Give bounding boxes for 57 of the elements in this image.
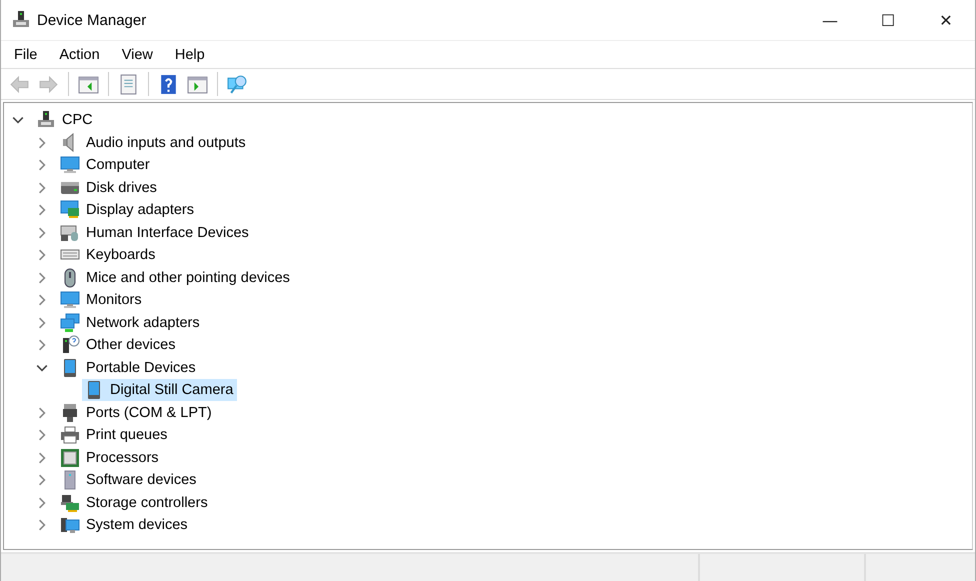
expand-chevron-icon[interactable] <box>36 159 48 172</box>
display-adapter-icon <box>60 200 80 220</box>
expand-chevron-icon[interactable] <box>36 519 48 532</box>
tree-item[interactable]: Ports (COM & LPT) <box>58 402 216 424</box>
port-icon <box>60 402 80 423</box>
storage-controller-icon <box>60 492 80 513</box>
tree-item[interactable]: Disk drives <box>58 176 161 199</box>
menu-item[interactable]: Help <box>166 46 213 62</box>
help-icon[interactable] <box>158 74 179 94</box>
monitor-icon <box>60 290 80 310</box>
expand-chevron-icon[interactable] <box>36 226 48 239</box>
tree-item[interactable]: Digital Still Camera <box>82 379 238 402</box>
menu-item[interactable]: Action <box>51 46 108 62</box>
keyboard-and-mouse-icon <box>60 222 80 243</box>
expand-chevron-icon[interactable] <box>36 294 48 306</box>
menu-item[interactable]: View <box>114 46 161 62</box>
properties-icon[interactable] <box>118 74 139 94</box>
expand-chevron-icon[interactable] <box>36 249 48 262</box>
expand-chevron-icon[interactable] <box>36 406 48 419</box>
tree-item[interactable]: Software devices <box>58 469 200 492</box>
unknown-device-icon <box>60 335 80 356</box>
expand-chevron-icon[interactable] <box>36 474 48 486</box>
printer-icon <box>60 425 80 446</box>
tree-item[interactable]: Computer <box>58 154 154 176</box>
tree-item[interactable]: Keyboards <box>58 244 160 266</box>
monitor-search-icon[interactable] <box>227 74 248 94</box>
tree-item[interactable]: Other devices <box>58 334 180 356</box>
window-title: Device Manager <box>37 12 148 28</box>
pane-icon[interactable] <box>78 74 99 94</box>
expand-chevron-icon[interactable] <box>36 272 48 284</box>
expand-chevron-icon[interactable] <box>36 339 48 352</box>
expand-chevron-icon[interactable] <box>36 429 48 442</box>
tree-item[interactable]: Monitors <box>58 289 146 312</box>
menu-item[interactable]: File <box>6 46 46 62</box>
tree-item[interactable]: Portable Devices <box>58 356 200 379</box>
tree-item[interactable]: Storage controllers <box>58 492 212 514</box>
tree-item[interactable]: Display adapters <box>58 199 198 222</box>
expand-chevron-icon[interactable] <box>36 136 48 149</box>
app-icon <box>11 10 31 30</box>
tree-item[interactable]: System devices <box>58 514 192 536</box>
tree-item[interactable]: Audio inputs and outputs <box>58 132 250 154</box>
tree-item[interactable]: Human Interface Devices <box>58 222 253 244</box>
processor-icon <box>60 448 80 468</box>
monitor-icon <box>60 155 80 176</box>
pane-icon[interactable] <box>187 74 208 94</box>
tree-item[interactable]: Mice and other pointing devices <box>58 266 294 289</box>
expand-chevron-icon[interactable] <box>36 204 48 216</box>
tree-item[interactable]: CPC <box>34 109 97 132</box>
expand-chevron-icon[interactable] <box>36 496 48 509</box>
expand-chevron-icon[interactable] <box>36 182 48 194</box>
tree-item[interactable]: Processors <box>58 446 163 469</box>
expand-chevron-icon[interactable] <box>36 316 48 329</box>
tree-item[interactable]: Network adapters <box>58 312 204 334</box>
system-device-icon <box>60 515 80 536</box>
expand-chevron-icon[interactable] <box>36 452 48 464</box>
tree-item[interactable]: Print queues <box>58 424 172 446</box>
network-icon <box>60 312 80 333</box>
